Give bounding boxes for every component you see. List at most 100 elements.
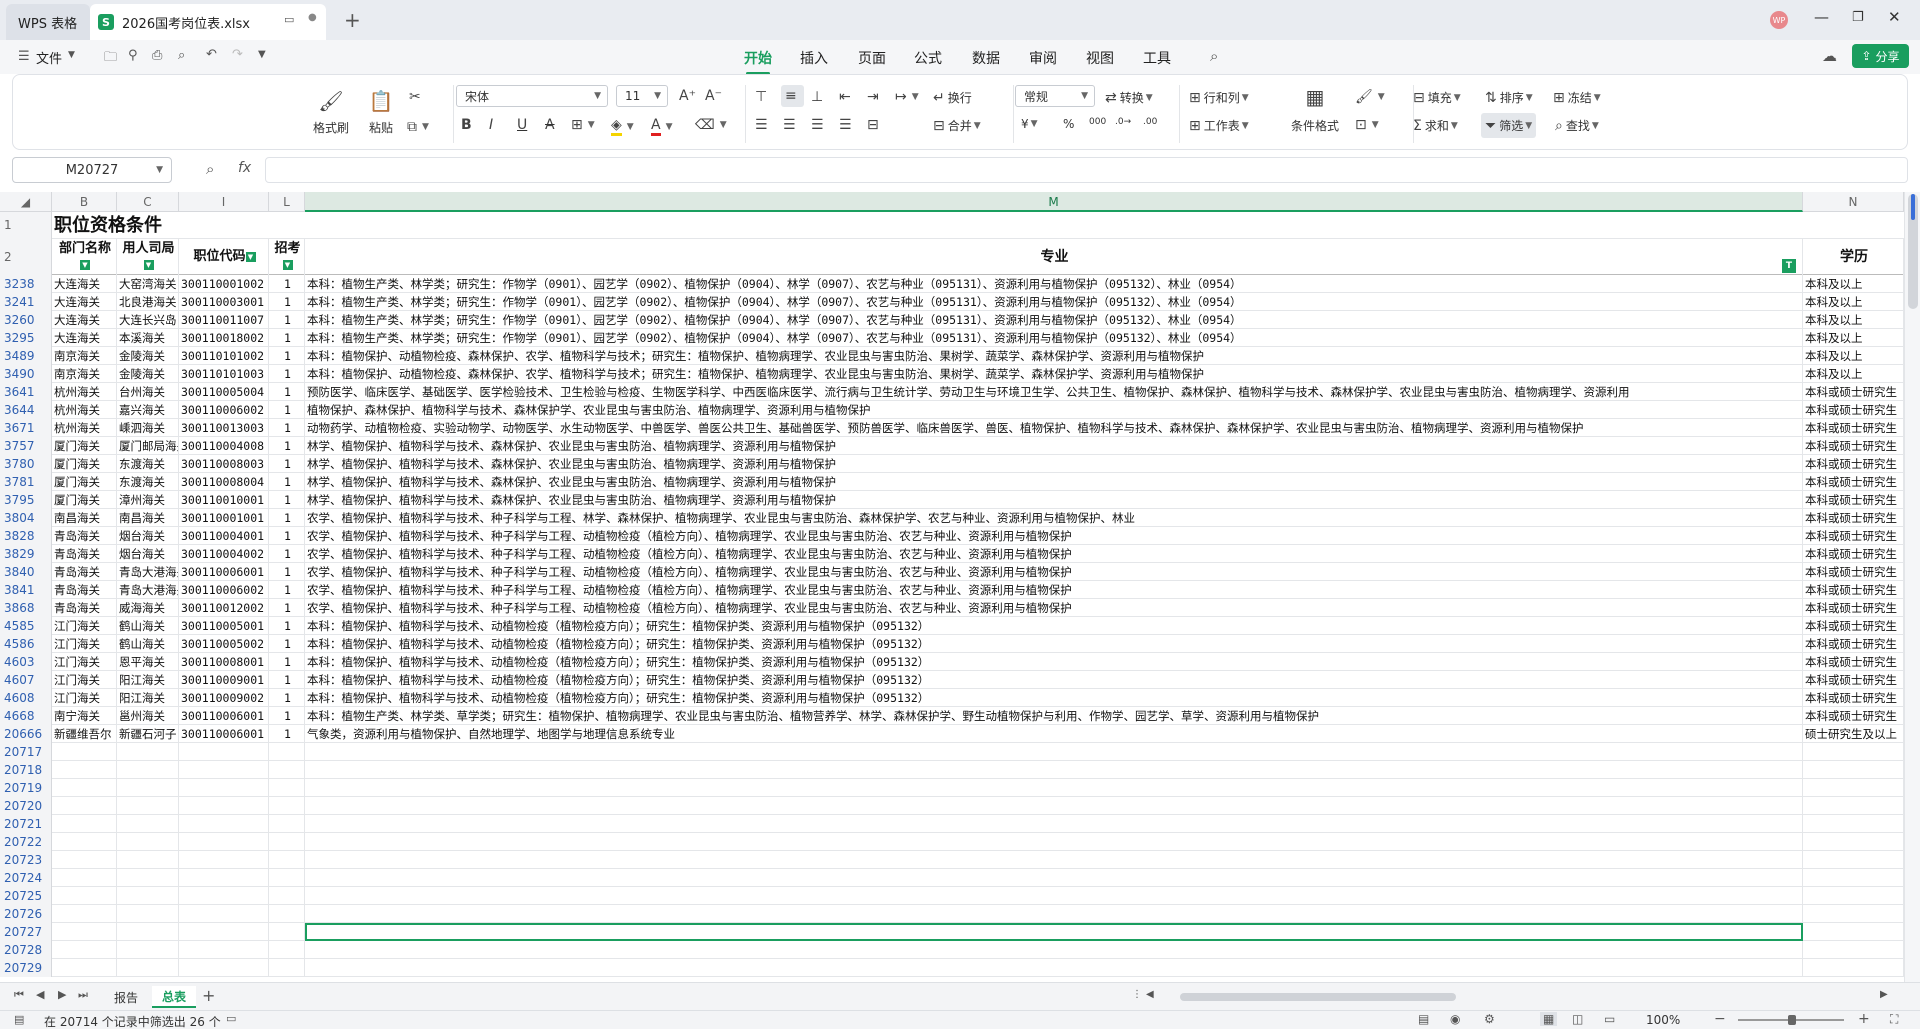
sheet-tab-master[interactable]: 总表 — [152, 986, 196, 1008]
cell-i[interactable]: 300110006002 — [179, 401, 269, 419]
cell-c[interactable] — [117, 779, 179, 797]
redo-icon[interactable]: ↷ — [232, 47, 243, 62]
cell-i[interactable]: 300110013003 — [179, 419, 269, 437]
row-number[interactable]: 20724 — [0, 869, 52, 887]
horizontal-scroll-thumb[interactable] — [1180, 993, 1456, 1001]
cell-i[interactable] — [179, 743, 269, 761]
filter-dropdown-icon[interactable]: ▼ — [282, 259, 293, 270]
cell-b[interactable] — [52, 869, 117, 887]
underline-button[interactable]: U — [517, 117, 530, 133]
align-center-button[interactable]: ☰ — [783, 117, 799, 133]
cell-i[interactable]: 300110008004 — [179, 473, 269, 491]
cell-m[interactable]: 本科：植物保护、植物科学与技术、动植物检疫（植物检疫方向）；研究生：植物保护类、… — [305, 635, 1803, 653]
bold-button[interactable]: B — [461, 117, 475, 133]
borders-button[interactable]: ⊞ ▼ — [571, 117, 595, 133]
cell-l[interactable] — [269, 923, 305, 941]
last-sheet-icon[interactable]: ⏭ — [78, 988, 88, 1002]
paste-button[interactable]: 📋 粘贴 — [357, 89, 405, 136]
cell-i[interactable]: 300110012002 — [179, 599, 269, 617]
cell-n[interactable]: 本科或硕士研究生 — [1803, 599, 1904, 617]
cell-c[interactable] — [117, 815, 179, 833]
active-cell[interactable] — [305, 923, 1803, 941]
cell-i[interactable]: 300110006001 — [179, 563, 269, 581]
prev-sheet-icon[interactable]: ◀ — [36, 988, 44, 1001]
percent-button[interactable]: % — [1063, 117, 1074, 131]
row-number[interactable]: 2 — [0, 239, 52, 275]
cell-n[interactable]: 本科或硕士研究生 — [1803, 671, 1904, 689]
cell-n[interactable] — [1803, 869, 1904, 887]
cell-c[interactable]: 金陵海关 — [117, 365, 179, 383]
name-box[interactable]: M20727 ▼ — [12, 157, 172, 183]
cell-n[interactable]: 本科或硕士研究生 — [1803, 707, 1904, 725]
share-link-icon[interactable]: ⚲ — [128, 48, 138, 63]
cell-n[interactable] — [1803, 761, 1904, 779]
formula-input[interactable] — [265, 157, 1908, 183]
column-header-b[interactable]: B — [52, 192, 117, 212]
cell-m[interactable]: 本科：植物保护、植物科学与技术、动植物检疫（植物检疫方向）；研究生：植物保护类、… — [305, 671, 1803, 689]
row-number[interactable]: 3868 — [0, 599, 52, 617]
cell-c[interactable]: 邕州海关 — [117, 707, 179, 725]
cell-b[interactable]: 厦门海关 — [52, 455, 117, 473]
wrap-text-button[interactable]: ↵ 换行 — [933, 89, 972, 106]
cell-c[interactable] — [117, 923, 179, 941]
cell-i[interactable]: 300110008001 — [179, 653, 269, 671]
cell-m[interactable] — [305, 743, 1803, 761]
row-number[interactable]: 20666 — [0, 725, 52, 743]
cell-n[interactable]: 本科或硕士研究生 — [1803, 563, 1904, 581]
cell-m[interactable]: 林学、植物保护、植物科学与技术、森林保护、农业昆虫与害虫防治、植物病理学、资源利… — [305, 473, 1803, 491]
print-preview-icon[interactable]: ⌕ — [178, 48, 185, 63]
cell-l[interactable]: 1 — [269, 509, 305, 527]
column-header-n[interactable]: N — [1803, 192, 1904, 212]
cell-n[interactable] — [1803, 797, 1904, 815]
cell-b[interactable]: 新疆维吾尔 — [52, 725, 117, 743]
cell-l[interactable]: 1 — [269, 329, 305, 347]
cell-l[interactable]: 1 — [269, 365, 305, 383]
settings-icon[interactable]: ⚙ — [1484, 1012, 1495, 1026]
cell-l[interactable] — [269, 851, 305, 869]
row-number[interactable]: 3840 — [0, 563, 52, 581]
tab-current-file[interactable]: S 2026国考岗位表.xlsx ▭ ● — [90, 4, 326, 40]
cell-c[interactable]: 金陵海关 — [117, 347, 179, 365]
cell-c[interactable] — [117, 743, 179, 761]
cell-n[interactable]: 本科或硕士研究生 — [1803, 437, 1904, 455]
cell-l[interactable]: 1 — [269, 599, 305, 617]
tab-wps-spreadsheet[interactable]: WPS 表格 — [6, 4, 90, 40]
cell-b[interactable]: 南京海关 — [52, 365, 117, 383]
cell-m[interactable]: 预防医学、临床医学、基础医学、医学检验技术、卫生检验与检疫、生物医学科学、中西医… — [305, 383, 1803, 401]
cell-l[interactable] — [269, 869, 305, 887]
cell-m[interactable] — [305, 761, 1803, 779]
header-education[interactable]: 学历 — [1803, 239, 1904, 275]
header-position-code[interactable]: 职位代码 ▼ — [179, 239, 269, 275]
cell-l[interactable]: 1 — [269, 419, 305, 437]
cell-l[interactable] — [269, 779, 305, 797]
cell-b[interactable]: 厦门海关 — [52, 473, 117, 491]
print-icon[interactable]: ⎙ — [152, 48, 162, 63]
cell-m[interactable]: 植物保护、森林保护、植物科学与技术、森林保护学、农业昆虫与害虫防治、植物病理学、… — [305, 401, 1803, 419]
cell-i[interactable] — [179, 923, 269, 941]
cell-n[interactable]: 本科及以上 — [1803, 347, 1904, 365]
cell-n[interactable]: 本科或硕士研究生 — [1803, 527, 1904, 545]
cell-l[interactable]: 1 — [269, 293, 305, 311]
cell-n[interactable] — [1803, 923, 1904, 941]
cell-m[interactable]: 本科：植物生产类、林学类、草学类；研究生：植物保护、植物病理学、农业昆虫与害虫防… — [305, 707, 1803, 725]
cell-l[interactable]: 1 — [269, 617, 305, 635]
column-header-m[interactable]: M — [305, 192, 1803, 212]
cell-n[interactable] — [1803, 851, 1904, 869]
tab-data[interactable]: 数据 — [972, 48, 1000, 68]
cell-m[interactable]: 农学、植物保护、植物科学与技术、种子科学与工程、动植物检疫（植检方向）、植物病理… — [305, 599, 1803, 617]
cell-c[interactable]: 台州海关 — [117, 383, 179, 401]
cell-b[interactable] — [52, 887, 117, 905]
cell-c[interactable]: 鹤山海关 — [117, 635, 179, 653]
row-number[interactable]: 3489 — [0, 347, 52, 365]
fill-color-button[interactable]: ◈ ▼ — [611, 117, 634, 136]
active-filter-icon[interactable]: T — [1782, 259, 1796, 273]
cell-m[interactable]: 林学、植物保护、植物科学与技术、森林保护、农业昆虫与害虫防治、植物病理学、资源利… — [305, 455, 1803, 473]
cell-l[interactable]: 1 — [269, 473, 305, 491]
cell-m[interactable]: 本科：植物保护、植物科学与技术、动植物检疫（植物检疫方向）；研究生：植物保护类、… — [305, 689, 1803, 707]
cell-i[interactable]: 300110005002 — [179, 635, 269, 653]
cell-i[interactable]: 300110101003 — [179, 365, 269, 383]
decrease-font-button[interactable]: A⁻ — [705, 88, 725, 104]
cell-b[interactable]: 南京海关 — [52, 347, 117, 365]
cell-l[interactable]: 1 — [269, 383, 305, 401]
cell-c[interactable]: 鹤山海关 — [117, 617, 179, 635]
